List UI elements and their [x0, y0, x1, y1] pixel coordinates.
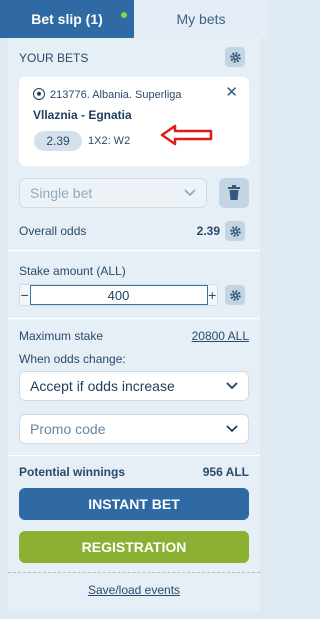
- promo-code-placeholder: Promo code: [30, 421, 106, 437]
- overall-odds-value: 2.39: [196, 224, 220, 238]
- football-icon: [33, 88, 45, 100]
- delete-trash-icon[interactable]: [219, 178, 249, 208]
- odds-change-label: When odds change:: [19, 352, 126, 366]
- stake-settings-gear-icon[interactable]: [225, 285, 245, 305]
- overall-odds-label: Overall odds: [19, 224, 87, 238]
- event-market: 1X2: W2: [88, 135, 131, 147]
- maximum-stake-label: Maximum stake: [19, 329, 104, 343]
- tab-my-bets[interactable]: My bets: [134, 0, 268, 38]
- potential-winnings-value: 956 ALL: [202, 465, 249, 479]
- bet-slip-tabs: Bet slip (1) My bets: [0, 0, 268, 38]
- tab-my-bets-label: My bets: [176, 11, 226, 27]
- event-league: 213776. Albania. Superliga: [50, 89, 182, 101]
- stake-amount-label: Stake amount (ALL): [19, 264, 126, 278]
- tab-bet-slip[interactable]: Bet slip (1): [0, 0, 134, 38]
- divider: [8, 455, 260, 456]
- notification-dot: [121, 12, 127, 18]
- chevron-down-icon: [226, 425, 238, 433]
- odds-change-value: Accept if odds increase: [30, 378, 175, 394]
- odds-settings-gear-icon[interactable]: [225, 221, 245, 241]
- registration-button[interactable]: REGISTRATION: [19, 531, 249, 563]
- chevron-down-icon: [184, 189, 196, 197]
- dashed-divider: [8, 572, 260, 573]
- tab-bet-slip-label: Bet slip (1): [31, 11, 103, 27]
- chevron-down-icon: [226, 382, 238, 390]
- divider: [8, 250, 260, 251]
- bet-event-card: 213776. Albania. Superliga ✕ Vllaznia - …: [19, 77, 249, 166]
- stake-stepper: − +: [19, 284, 218, 306]
- bet-type-value: Single bet: [30, 185, 93, 201]
- instant-bet-button[interactable]: INSTANT BET: [19, 488, 249, 520]
- remove-bet-close-icon[interactable]: ✕: [225, 85, 238, 100]
- save-load-events-link[interactable]: Save/load events: [8, 583, 260, 597]
- stake-decrease-button[interactable]: −: [20, 285, 30, 305]
- bet-settings-gear-icon[interactable]: [225, 47, 245, 67]
- divider: [8, 318, 260, 319]
- bet-type-select[interactable]: Single bet: [19, 178, 207, 208]
- odds-change-select[interactable]: Accept if odds increase: [19, 371, 249, 401]
- stake-increase-button[interactable]: +: [207, 285, 217, 305]
- maximum-stake-link[interactable]: 20800 ALL: [192, 329, 249, 343]
- event-teams: Vllaznia - Egnatia: [33, 108, 132, 122]
- red-arrow-annotation-icon: [160, 124, 213, 146]
- stake-amount-input[interactable]: [29, 285, 208, 305]
- bet-slip-panel: YOUR BETS 213776. Albania. Superliga ✕ V…: [8, 38, 260, 611]
- promo-code-field[interactable]: Promo code: [19, 414, 249, 444]
- potential-winnings-label: Potential winnings: [19, 465, 126, 479]
- your-bets-heading: YOUR BETS: [19, 51, 89, 65]
- event-odds-badge: 2.39: [34, 131, 82, 151]
